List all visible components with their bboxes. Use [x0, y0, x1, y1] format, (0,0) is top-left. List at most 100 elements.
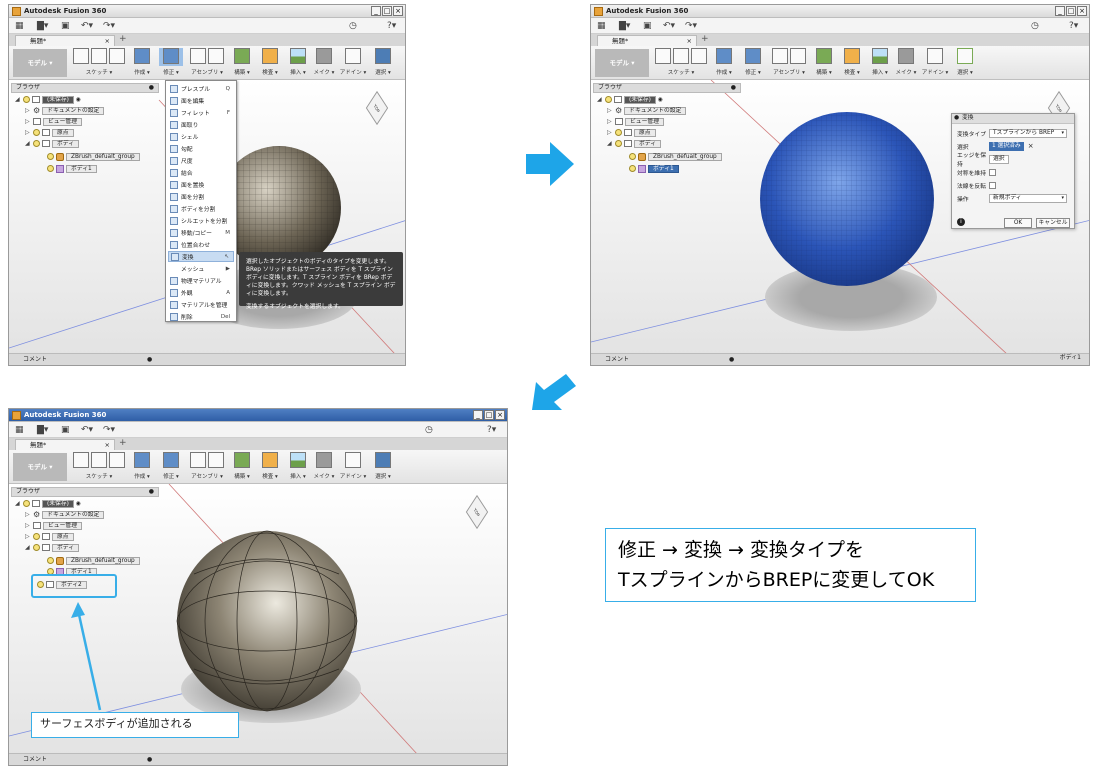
radio-icon[interactable]: ◉: [76, 97, 81, 103]
make-group[interactable]: メイク ▾: [895, 48, 917, 78]
expand-icon[interactable]: ▷: [25, 511, 31, 518]
sketch-group[interactable]: スケッチ ▾: [71, 452, 127, 482]
dialog-collapse-icon[interactable]: ●: [954, 114, 959, 123]
menu-item-align[interactable]: 位置合わせ: [168, 239, 234, 250]
maximize-button[interactable]: □: [484, 410, 494, 420]
visibility-bulb-icon[interactable]: [33, 140, 40, 147]
select-group[interactable]: 選択 ▾: [371, 48, 395, 78]
insert-group[interactable]: 挿入 ▾: [287, 452, 309, 482]
expand-icon[interactable]: ▷: [25, 118, 31, 125]
expand-icon[interactable]: ▷: [25, 107, 31, 114]
menu-item-fillet[interactable]: フィレット F: [168, 107, 234, 118]
menu-item-silhouette-split[interactable]: シルエットを分割: [168, 215, 234, 226]
inspect-group[interactable]: 検査 ▾: [841, 48, 863, 78]
insert-group[interactable]: 挿入 ▾: [287, 48, 309, 78]
tree-group[interactable]: ZBrush_defualt_group: [629, 152, 722, 161]
redo-icon[interactable]: ↷▾: [103, 425, 115, 435]
collapse-icon[interactable]: ◢: [597, 96, 603, 103]
menu-item-edit-face[interactable]: 面を編集: [168, 95, 234, 106]
ok-button[interactable]: OK: [1004, 218, 1032, 228]
file-icon[interactable]: ▇▾: [37, 21, 48, 31]
flip-normals-checkbox[interactable]: [989, 181, 996, 189]
collapse-icon[interactable]: ◢: [25, 544, 31, 551]
assemble-group[interactable]: アセンブリ ▾: [185, 452, 229, 482]
visibility-bulb-icon[interactable]: [615, 140, 622, 147]
tree-views[interactable]: ▷ ビュー管理: [25, 521, 82, 530]
menu-item-split-face[interactable]: 面を分割: [168, 191, 234, 202]
minimize-button[interactable]: _: [371, 6, 381, 16]
comment-bar[interactable]: コメント ●: [9, 353, 405, 365]
tree-body1[interactable]: ボディ1: [47, 164, 97, 173]
visibility-bulb-icon[interactable]: [23, 96, 30, 103]
tree-group[interactable]: ZBrush_defualt_group: [47, 556, 140, 565]
undo-icon[interactable]: ↶▾: [81, 21, 93, 31]
menu-item-mesh[interactable]: メッシュ ▶: [168, 263, 234, 274]
tree-doc-settings[interactable]: ▷ ⚙ ドキュメントの設定: [25, 510, 105, 519]
make-group[interactable]: メイク ▾: [313, 452, 335, 482]
canvas-viewport[interactable]: TOP ブラウザ ● ◢ (未保存) ◉ ▷ ⚙ ドキュメントの設定 ▷ ビュー管理 ▷ 原点…: [591, 80, 1089, 365]
collapse-icon[interactable]: ◢: [15, 500, 21, 507]
assemble-group[interactable]: アセンブリ ▾: [185, 48, 229, 78]
create-group[interactable]: 作成 ▾: [131, 48, 153, 78]
comment-bar[interactable]: コメント ● ボディ1: [591, 353, 1089, 365]
workspace-model-button[interactable]: モデル ▾: [13, 453, 67, 481]
close-button[interactable]: ×: [495, 410, 505, 420]
comment-add-icon[interactable]: ●: [147, 354, 152, 365]
tree-group[interactable]: ZBrush_defualt_group: [47, 152, 140, 161]
visibility-bulb-icon[interactable]: [47, 557, 54, 564]
construct-group[interactable]: 構築 ▾: [813, 48, 835, 78]
tree-doc-settings[interactable]: ▷ ⚙ ドキュメントの設定: [607, 106, 687, 115]
browser-close-icon[interactable]: ●: [149, 84, 154, 92]
create-group[interactable]: 作成 ▾: [131, 452, 153, 482]
collapse-icon[interactable]: ◢: [15, 96, 21, 103]
job-status-icon[interactable]: ◷: [425, 425, 433, 435]
comment-add-icon[interactable]: ●: [729, 354, 734, 365]
comment-bar[interactable]: コメント ●: [9, 753, 507, 765]
maximize-button[interactable]: □: [382, 6, 392, 16]
menu-item-shell[interactable]: シェル: [168, 131, 234, 142]
operation-select[interactable]: 新規ボディ ▾: [989, 193, 1067, 203]
help-icon[interactable]: ?▾: [1069, 21, 1078, 31]
file-icon[interactable]: ▇▾: [619, 21, 630, 31]
inspect-group[interactable]: 検査 ▾: [259, 48, 281, 78]
browser-panel-header[interactable]: ブラウザ ●: [593, 83, 741, 93]
tree-origin[interactable]: ▷ 原点: [25, 128, 74, 137]
expand-icon[interactable]: ▷: [607, 118, 613, 125]
view-cube[interactable]: TOP: [461, 494, 493, 530]
job-status-icon[interactable]: ◷: [1031, 21, 1039, 31]
document-tab[interactable]: 無題* ×: [597, 35, 697, 46]
keep-symmetry-checkbox[interactable]: [989, 168, 996, 176]
tree-bodies[interactable]: ◢ ボディ: [607, 139, 661, 148]
menu-item-delete[interactable]: 削除 Del: [168, 311, 234, 322]
visibility-bulb-icon[interactable]: [629, 165, 636, 172]
expand-icon[interactable]: ▷: [25, 129, 31, 136]
menu-item-draft[interactable]: 勾配: [168, 143, 234, 154]
menu-item-manage-materials[interactable]: マテリアルを管理: [168, 299, 234, 310]
browser-panel-header[interactable]: ブラウザ ●: [11, 83, 159, 93]
save-icon[interactable]: ▣: [61, 425, 70, 435]
grid-menu-icon[interactable]: ▦: [15, 21, 24, 31]
tree-views[interactable]: ▷ ビュー管理: [25, 117, 82, 126]
file-icon[interactable]: ▇▾: [37, 425, 48, 435]
tree-bodies[interactable]: ◢ ボディ: [25, 139, 79, 148]
tree-bodies[interactable]: ◢ ボディ: [25, 543, 79, 552]
workspace-model-button[interactable]: モデル ▾: [595, 49, 649, 77]
expand-icon[interactable]: ▷: [25, 522, 31, 529]
collapse-icon[interactable]: ◢: [607, 140, 613, 147]
expand-icon[interactable]: ▷: [25, 533, 31, 540]
save-icon[interactable]: ▣: [643, 21, 652, 31]
modify-group[interactable]: 修正 ▾: [741, 48, 765, 78]
minimize-button[interactable]: _: [1055, 6, 1065, 16]
radio-icon[interactable]: ◉: [76, 501, 81, 507]
visibility-bulb-icon[interactable]: [23, 500, 30, 507]
browser-close-icon[interactable]: ●: [149, 488, 154, 496]
job-status-icon[interactable]: ◷: [349, 21, 357, 31]
inspect-group[interactable]: 検査 ▾: [259, 452, 281, 482]
menu-item-move-copy[interactable]: 移動/コピー M: [168, 227, 234, 238]
undo-icon[interactable]: ↶▾: [663, 21, 675, 31]
sketch-group[interactable]: スケッチ ▾: [71, 48, 127, 78]
view-cube[interactable]: TOP: [361, 90, 393, 126]
menu-item-chamfer[interactable]: 面取り: [168, 119, 234, 130]
expand-icon[interactable]: ▷: [607, 107, 613, 114]
keep-edges-select-button[interactable]: 選択: [989, 154, 1009, 164]
